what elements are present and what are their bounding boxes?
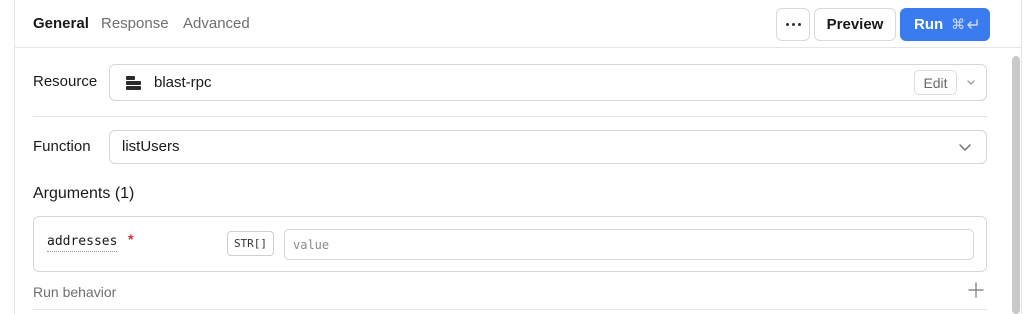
run-button-label: Run: [914, 16, 944, 33]
resource-name: blast-rpc: [154, 74, 212, 91]
argument-value-input[interactable]: [284, 229, 974, 260]
run-shortcut: ⌘: [951, 16, 979, 33]
tab-advanced[interactable]: Advanced: [183, 15, 250, 33]
arguments-heading: Arguments (1): [33, 185, 135, 202]
edit-resource-button[interactable]: Edit: [914, 70, 957, 95]
more-options-button[interactable]: [776, 8, 810, 41]
ellipsis-icon: [785, 23, 801, 26]
arguments-list: addresses * STR[]: [33, 216, 987, 272]
chevron-down-icon[interactable]: [965, 76, 977, 88]
argument-name: addresses: [47, 234, 118, 252]
divider: [33, 116, 987, 117]
function-value: listUsers: [122, 138, 180, 155]
tab-general[interactable]: General: [33, 15, 89, 33]
resource-select[interactable]: blast-rpc Edit: [109, 64, 987, 101]
function-label: Function: [33, 138, 91, 155]
preview-button[interactable]: Preview: [814, 8, 896, 41]
command-key: ⌘: [951, 16, 966, 32]
argument-type-badge: STR[]: [227, 231, 274, 256]
return-icon: [967, 18, 978, 29]
tab-response[interactable]: Response: [101, 15, 169, 33]
run-behavior-label[interactable]: Run behavior: [33, 283, 116, 301]
resource-label: Resource: [33, 73, 98, 90]
scrollbar[interactable]: [1012, 56, 1020, 314]
server-icon: [126, 76, 141, 90]
function-select[interactable]: listUsers: [109, 130, 987, 164]
required-marker: *: [128, 231, 134, 247]
run-button[interactable]: Run ⌘: [900, 8, 990, 41]
divider: [33, 309, 987, 310]
plus-icon[interactable]: [968, 282, 984, 298]
chevron-down-icon: [959, 144, 971, 151]
